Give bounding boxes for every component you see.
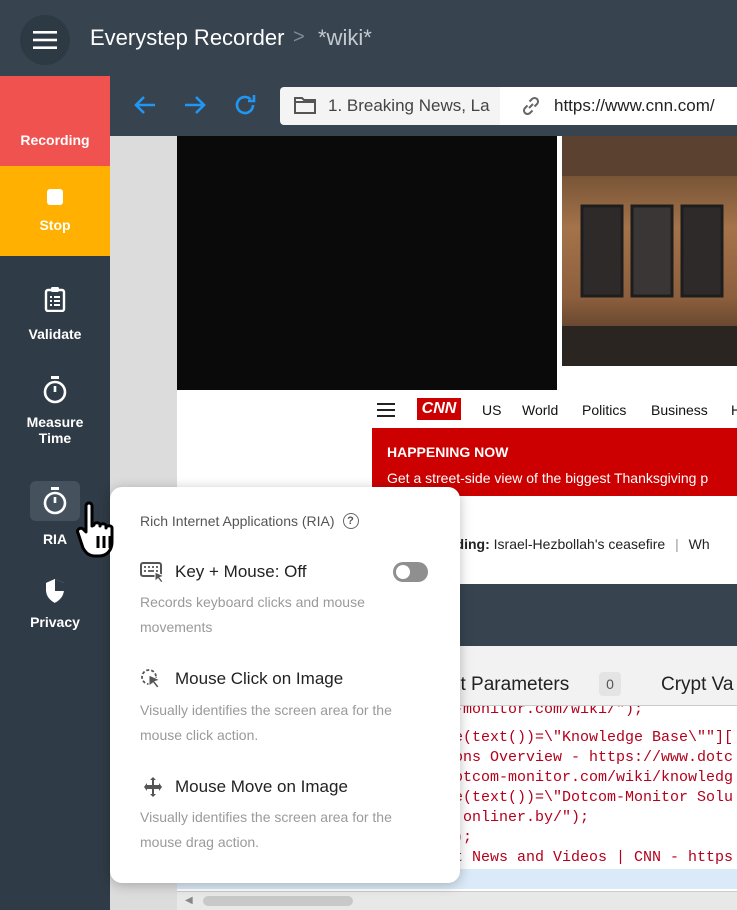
option-description: Visually identifies the screen area for … [140,809,392,850]
stop-label: Stop [39,217,71,233]
advertisement-image[interactable] [562,136,737,366]
breadcrumb-separator: > [293,26,305,48]
scrollbar-thumb[interactable] [203,896,353,906]
refresh-icon[interactable] [233,93,257,117]
option-key-mouse[interactable]: Key + Mouse: Off [140,561,307,583]
key-mouse-toggle[interactable] [393,562,428,582]
help-icon[interactable]: ? [342,513,359,529]
sidebar-item-label: RIA [42,531,68,547]
stopwatch-icon [43,376,67,404]
happening-title: HAPPENING NOW [387,444,509,460]
tab-title: 1. Breaking News, La [328,96,490,115]
ria-popover: Rich Internet Applications (RIA) ? Key +… [110,487,460,883]
advertisement-label: Advertisement [560,370,631,382]
nav-link-politics[interactable]: Politics [582,402,626,418]
storefront-image [562,136,737,366]
tab-context-parameters[interactable]: xt Parameters [451,674,569,696]
option-title: Mouse Click on Image [175,669,344,688]
hamburger-menu-button[interactable] [20,15,70,65]
toggle-knob [396,565,410,579]
trending-link[interactable]: Israel-Hezbollah's ceasefire [494,536,666,552]
app-title: Everystep Recorder [90,25,285,50]
hamburger-icon [33,31,57,49]
trending-link[interactable]: Wh [689,536,710,552]
sidebar-item-validate[interactable]: Validate [0,286,110,342]
sidebar-item-label: Measure Time [26,414,84,446]
keyboard-mouse-icon [140,561,166,583]
sidebar-item-privacy[interactable]: Privacy [0,578,110,630]
nav-link-world[interactable]: World [522,402,558,418]
code-line: e(text())=\"Knowledge Base\""][ [454,729,734,746]
code-line: otcom-monitor.com/wiki/knowledg [454,769,734,786]
stopwatch-icon [30,481,80,521]
code-line: .onliner.by/"); [454,809,590,826]
title-bar: Everystep Recorder > *wiki* [0,0,737,76]
url-field[interactable]: https://www.cnn.com/ [500,87,737,125]
scroll-left-icon[interactable]: ◀ [185,895,193,906]
option-mouse-move-image[interactable]: Mouse Move on Image [140,776,348,798]
move-arrows-icon [140,776,166,798]
folder-icon [294,97,316,114]
code-line: ons Overview - https://www.dotc [454,749,734,766]
code-line: t News and Videos | CNN - https [454,849,734,866]
popover-header: Rich Internet Applications (RIA) ? [140,513,359,529]
option-description: Records keyboard clicks and mouse moveme… [140,594,365,635]
hamburger-icon[interactable] [377,403,395,417]
option-description: Visually identifies the screen area for … [140,702,392,743]
back-arrow-icon[interactable] [133,93,157,117]
sidebar-item-label: Validate [28,326,82,342]
tab-selector[interactable]: 1. Breaking News, La [280,87,510,125]
option-title: Mouse Move on Image [175,777,348,796]
tab-crypt-variables[interactable]: Crypt Va [661,674,734,696]
option-title: Key + Mouse: Off [175,562,307,581]
nav-link-more[interactable]: H [731,402,737,418]
happening-text: Get a street-side view of the biggest Th… [387,470,709,486]
context-parameters-count: 0 [599,672,621,696]
recording-label: Recording [20,132,90,148]
code-line: -monitor.com/wiki/"); [454,706,644,718]
clipboard-check-icon [44,286,66,312]
sidebar: Recording Stop Validate Measure Time RIA… [0,76,110,910]
stop-button[interactable]: Stop [0,166,110,256]
hand-pointer-cursor-icon [76,501,114,558]
cnn-logo[interactable]: CNN [417,398,461,420]
popover-title: Rich Internet Applications (RIA) [140,513,335,529]
video-player[interactable] [177,136,557,390]
nav-link-us[interactable]: US [482,402,501,418]
trending-bar: nding: Israel-Hezbollah's ceasefire | Wh [447,536,710,552]
file-name: *wiki* [318,25,372,50]
sidebar-item-measure-time[interactable]: Measure Time [0,376,110,446]
trending-separator: | [675,536,679,552]
option-mouse-click-image[interactable]: Mouse Click on Image [140,668,343,690]
horizontal-scrollbar[interactable]: ◀ [177,891,737,910]
url-text: https://www.cnn.com/ [554,96,715,115]
forward-arrow-icon[interactable] [183,93,207,117]
sidebar-item-label: Privacy [30,614,80,630]
code-line: e(text())=\"Dotcom-Monitor Solu [454,789,734,806]
recording-indicator: Recording [0,76,110,166]
link-icon [522,96,540,116]
shield-icon [44,578,66,604]
mouse-click-icon [140,668,166,690]
nav-link-business[interactable]: Business [651,402,708,418]
stop-icon [47,189,63,205]
browser-nav-bar: 1. Breaking News, La https://www.cnn.com… [110,76,737,136]
happening-now-banner[interactable]: HAPPENING NOW Get a street-side view of … [372,428,737,496]
cnn-nav-bar: CNN US World Politics Business H [372,390,737,430]
